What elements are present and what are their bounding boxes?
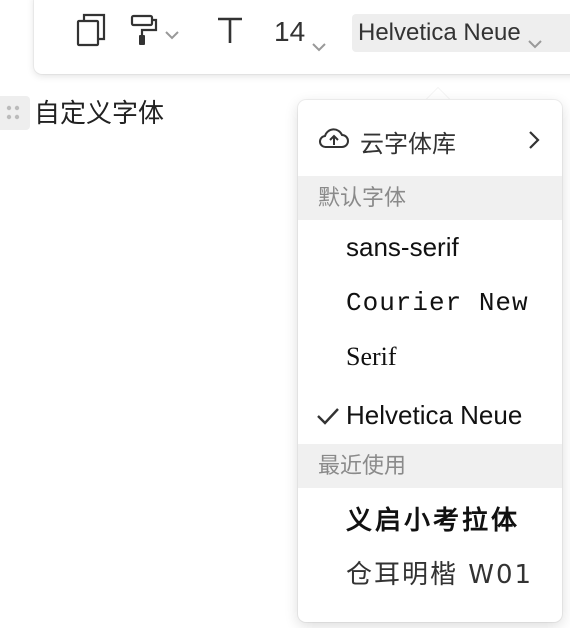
cloud-fonts-item[interactable]: 云字体库 [298, 120, 562, 162]
formatting-toolbar: 14 Helvetica Neue [34, 0, 570, 74]
chevron-down-icon [311, 27, 327, 52]
copy-icon [76, 13, 106, 52]
recent-font-option[interactable]: 仓耳明楷 W01 [346, 554, 533, 591]
text-icon [216, 15, 244, 50]
text-style-button[interactable] [216, 12, 244, 52]
cloud-fonts-label: 云字体库 [360, 130, 456, 158]
format-painter-icon [130, 14, 158, 51]
font-option-selected[interactable]: Helvetica Neue [346, 400, 522, 431]
font-option[interactable]: Serif [346, 342, 397, 372]
font-family-select[interactable]: Helvetica Neue [352, 14, 570, 52]
chevron-down-icon [164, 27, 180, 40]
font-option[interactable]: Courier New [346, 288, 529, 318]
font-size-select[interactable]: 14 [274, 12, 327, 52]
font-family-value: Helvetica Neue [358, 19, 521, 46]
font-size-value: 14 [274, 16, 306, 47]
section-header-default: 默认字体 [298, 176, 562, 220]
chevron-down-icon [527, 28, 543, 49]
font-dropdown: 云字体库 默认字体 sans-serif Courier New Serif H… [298, 100, 562, 622]
document-text[interactable]: 自定义字体 [34, 96, 164, 130]
format-painter-button[interactable] [130, 12, 180, 52]
cloud-upload-icon [318, 126, 350, 157]
chevron-right-icon [528, 129, 540, 158]
font-option[interactable]: sans-serif [346, 232, 459, 263]
dropdown-caret [426, 88, 450, 100]
recent-font-option[interactable]: 义启小考拉体 [346, 500, 520, 537]
drag-handle[interactable] [0, 96, 30, 130]
section-header-recent: 最近使用 [298, 444, 562, 488]
copy-button[interactable] [76, 12, 106, 52]
checkmark-icon [316, 406, 340, 431]
